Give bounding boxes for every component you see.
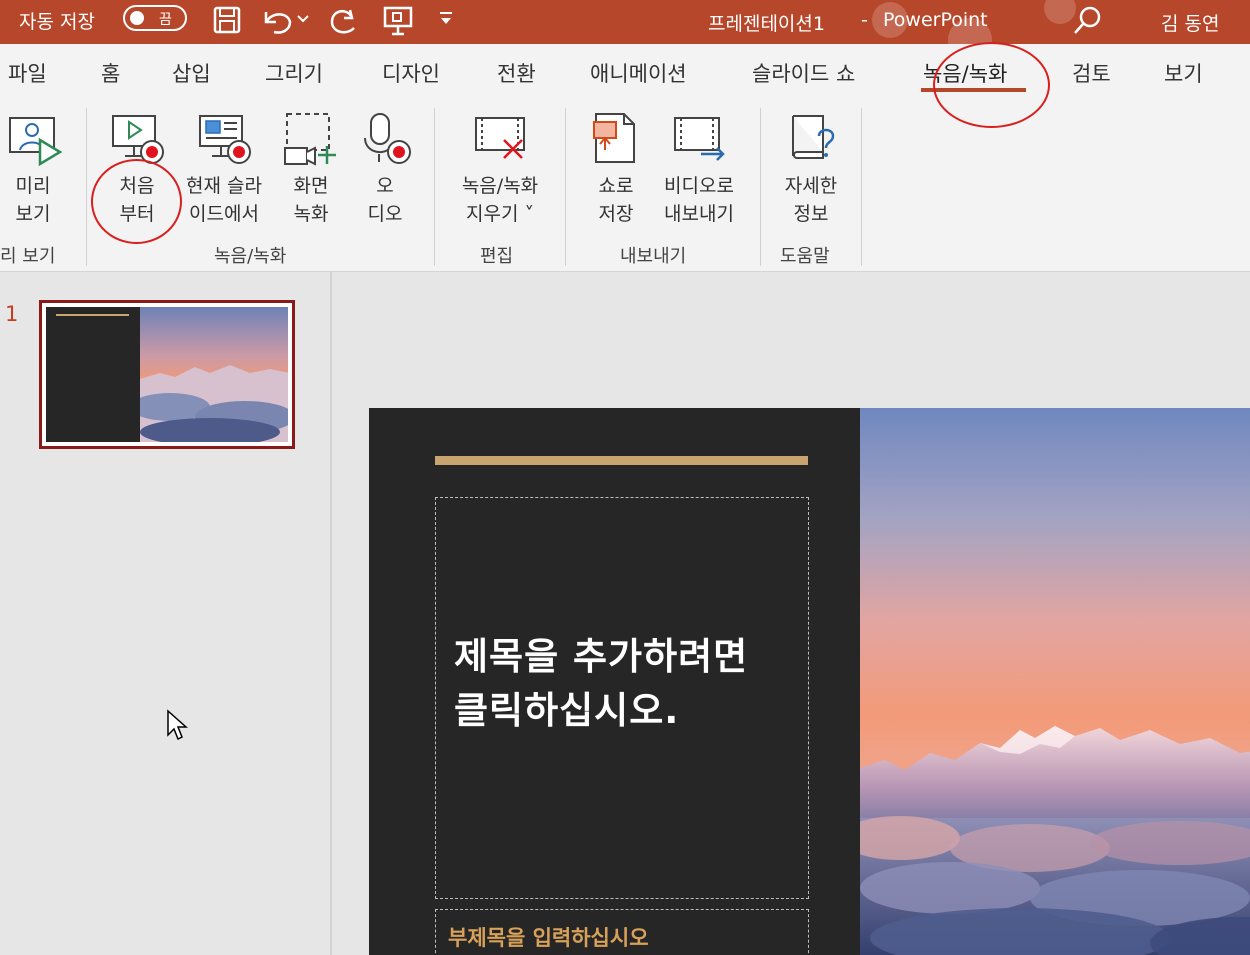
tab-insert[interactable]: 삽입	[172, 58, 211, 88]
title-placeholder[interactable]: 제목을 추가하려면 클릭하십시오.	[435, 497, 809, 899]
preview-group-label: 리 보기	[0, 246, 56, 267]
screen-recording-button[interactable]: 화면 녹화	[280, 110, 342, 228]
mountain-image[interactable]	[860, 408, 1250, 955]
record-group-label: 녹음/녹화	[214, 246, 287, 267]
microphone-icon	[364, 113, 411, 164]
screen-recording-icon	[284, 113, 336, 166]
slide-thumbnail[interactable]	[39, 300, 295, 449]
tab-file[interactable]: 파일	[8, 58, 47, 88]
subtitle-placeholder[interactable]: 부제목을 입력하십시오	[435, 909, 809, 955]
export-video-icon	[674, 117, 725, 161]
thumbnail-mountain-image	[140, 307, 288, 442]
clear-recording-icon	[475, 117, 525, 159]
ribbon-tabs: 파일 홈 삽입 그리기 디자인 전환 애니메이션 슬라이드 쇼 녹음/녹화 검토…	[0, 44, 1250, 96]
search-icon[interactable]	[1070, 4, 1104, 38]
tab-draw[interactable]: 그리기	[265, 58, 323, 88]
record-from-current-button[interactable]: 현재 슬라 이드에서	[176, 110, 272, 228]
save-as-show-button[interactable]: 쇼로 저장	[586, 110, 646, 228]
clear-recording-button[interactable]: 녹음/녹화 지우기 ˅	[448, 110, 552, 228]
title-bar: 자동 저장 끔 프레젠테이션1 - PowerPoint 김 동연	[0, 0, 1250, 44]
ribbon: 미리 보기 리 보기 처음 부터 현재 슬라 이드에서 화면 녹화 오 디오 녹…	[0, 96, 1250, 272]
clear-recording-label: 녹음/녹화 지우기 ˅	[461, 175, 539, 225]
thumbnail-content	[46, 307, 288, 442]
tab-review[interactable]: 검토	[1072, 58, 1111, 88]
slide-editing-canvas: 제목을 추가하려면 클릭하십시오. 부제목을 입력하십시오	[334, 272, 1250, 955]
tab-slideshow[interactable]: 슬라이드 쇼	[752, 58, 855, 88]
record-from-beginning-button[interactable]: 처음 부터	[106, 110, 168, 228]
record-from-current-icon	[199, 115, 251, 164]
slide[interactable]: 제목을 추가하려면 클릭하십시오. 부제목을 입력하십시오	[369, 408, 1250, 955]
record-from-current-label: 현재 슬라 이드에서	[186, 175, 262, 225]
tab-animations[interactable]: 애니메이션	[590, 58, 687, 88]
export-video-button[interactable]: 비디오로 내보내기	[654, 110, 744, 228]
learn-more-label: 자세한 정보	[784, 175, 838, 225]
screen-recording-label: 화면 녹화	[293, 175, 329, 225]
thumbnail-dark-panel	[46, 307, 140, 442]
group-separator	[760, 108, 761, 266]
preview-button[interactable]: 미리 보기	[2, 110, 64, 228]
save-as-show-icon	[593, 113, 635, 163]
help-book-icon	[792, 115, 835, 159]
active-tab-indicator	[921, 88, 1026, 92]
record-from-beginning-icon	[112, 115, 164, 164]
title-separator: -	[861, 9, 868, 31]
group-separator	[861, 108, 862, 266]
mouse-cursor-icon	[167, 709, 188, 741]
help-group-label: 도움말	[780, 246, 830, 267]
user-name[interactable]: 김 동연	[1161, 9, 1219, 36]
tab-recording[interactable]: 녹음/녹화	[923, 58, 1007, 88]
tab-design[interactable]: 디자인	[382, 58, 440, 88]
tab-view[interactable]: 보기	[1164, 58, 1203, 88]
tab-transitions[interactable]: 전환	[497, 58, 536, 88]
slide-thumbnail-pane: 1	[0, 272, 332, 955]
slide-number: 1	[5, 302, 19, 326]
autosave-toggle[interactable]: 끔	[123, 5, 187, 31]
export-group-label: 내보내기	[620, 246, 687, 267]
group-separator	[434, 108, 435, 266]
autosave-label: 자동 저장	[19, 11, 95, 33]
customize-toolbar-icon[interactable]	[438, 10, 456, 30]
edit-group-label: 편집	[480, 246, 514, 267]
save-as-show-label: 쇼로 저장	[598, 175, 634, 225]
thumbnail-accent-line	[56, 314, 129, 316]
subtitle-placeholder-text: 부제목을 입력하십시오	[448, 926, 649, 950]
present-from-beginning-icon[interactable]	[382, 4, 416, 38]
title-placeholder-text: 제목을 추가하려면 클릭하십시오.	[454, 635, 749, 732]
save-icon[interactable]	[212, 4, 242, 36]
audio-label: 오 디오	[367, 175, 403, 225]
tab-home[interactable]: 홈	[101, 58, 120, 88]
group-separator	[86, 108, 87, 266]
record-from-beginning-label: 처음 부터	[119, 175, 155, 225]
document-title: 프레젠테이션1	[708, 13, 825, 35]
undo-icon[interactable]	[260, 4, 312, 36]
learn-more-button[interactable]: 자세한 정보	[776, 110, 846, 228]
toggle-knob	[130, 11, 144, 25]
preview-label: 미리 보기	[15, 175, 51, 225]
export-video-label: 비디오로 내보내기	[664, 175, 734, 225]
redo-icon[interactable]	[326, 4, 362, 38]
group-separator	[565, 108, 566, 266]
autosave-state: 끔	[159, 12, 172, 28]
app-name: PowerPoint	[883, 9, 988, 31]
preview-icon	[9, 117, 62, 166]
accent-line	[435, 456, 808, 465]
audio-button[interactable]: 오 디오	[356, 110, 414, 228]
